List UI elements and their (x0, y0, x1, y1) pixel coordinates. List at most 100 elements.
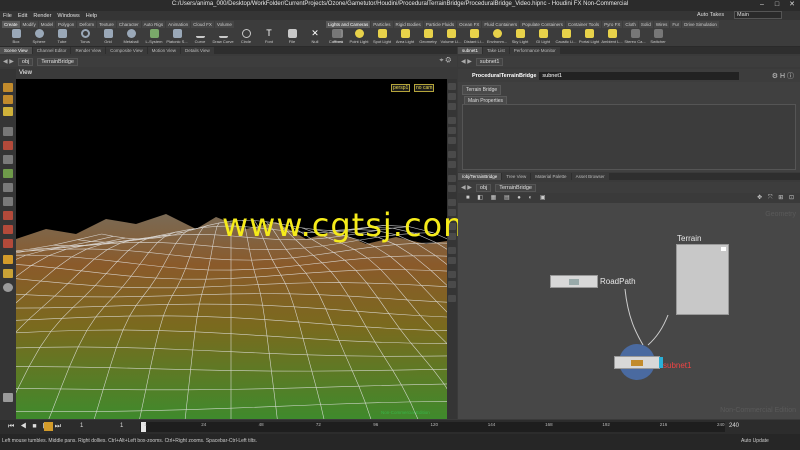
node-terrain[interactable] (676, 244, 729, 315)
tool-geometry-light[interactable]: Geometry (418, 29, 438, 46)
tool-distant-light[interactable]: Distant Li... (464, 29, 484, 46)
shelf-tab[interactable]: Auto Rigs (141, 21, 166, 28)
shelf-tab[interactable]: Pyro FX (602, 21, 623, 28)
select-prims-icon[interactable] (3, 239, 13, 248)
tool-metaball[interactable]: Metaball (121, 29, 141, 46)
rotate-tool-icon[interactable] (3, 107, 13, 116)
tab-motion-view[interactable]: Motion View (147, 47, 181, 54)
quick-mark-icon[interactable] (3, 393, 13, 402)
tab-render-view[interactable]: Render View (71, 47, 106, 54)
tool-box[interactable]: Box (6, 29, 26, 46)
path-crumb-obj[interactable]: obj (475, 183, 492, 192)
camera-menu[interactable]: no cam (414, 84, 435, 92)
tab-parameters[interactable]: subnet1 (458, 47, 483, 54)
shelf-tab[interactable]: Particles (371, 21, 393, 28)
back-forward-icon[interactable]: ◀ ▶ (461, 184, 472, 191)
shelf-tab[interactable]: Create (2, 21, 20, 28)
display-icon[interactable] (448, 83, 456, 90)
node-subnet[interactable] (614, 356, 663, 369)
tool-sky-light[interactable]: Sky Light (510, 29, 530, 46)
display-option-icon[interactable] (3, 255, 13, 264)
shelf-tab[interactable]: Populate Containers (520, 21, 565, 28)
ghost-icon[interactable] (448, 117, 456, 124)
normals-icon[interactable] (448, 137, 456, 144)
network-editor[interactable]: ■ ◧ ▦ ▤ ● ◐ ▣ ✥ ⤧ ⊞ ⊡ Geometry RoadPath … (458, 193, 800, 419)
current-frame-field[interactable]: 1 (80, 423, 83, 429)
shelf-tab[interactable]: Fur (670, 21, 682, 28)
auto-update-menu[interactable]: Auto Update (741, 438, 769, 444)
tool-font[interactable]: T Font (259, 29, 279, 46)
gear-icon[interactable]: ⚙ H ⓘ (772, 71, 794, 81)
end-frame-field[interactable]: 240 (729, 423, 739, 429)
guide-icon[interactable] (448, 271, 456, 278)
tool-ambient-light[interactable]: Ambient L... (601, 29, 623, 46)
prim-numbers-icon[interactable] (448, 161, 456, 168)
move-tool-icon[interactable] (3, 95, 13, 104)
path-crumb-obj[interactable]: obj (17, 57, 34, 66)
tool-sphere[interactable]: Sphere (29, 29, 49, 46)
menu-file[interactable]: File (3, 13, 12, 19)
tool-platonic[interactable]: Platonic S... (166, 29, 188, 46)
shelf-tab[interactable]: Cloud FX (191, 21, 214, 28)
tab-channel-editor[interactable]: Channel Editor (32, 47, 71, 54)
select-edges-icon[interactable] (3, 225, 13, 234)
menu-edit[interactable]: Edit (18, 13, 27, 19)
snap-icon[interactable] (3, 183, 13, 192)
brush-tool-icon[interactable] (3, 141, 13, 150)
close-icon[interactable]: ✕ (786, 1, 798, 9)
tool-circle[interactable]: Circle (236, 29, 256, 46)
tool-volume-light[interactable]: Volume Li... (441, 29, 461, 46)
view-tool-icon[interactable] (3, 155, 13, 164)
tab-details-view[interactable]: Details View (181, 47, 214, 54)
shelf-tab[interactable]: Particle Fluids (423, 21, 457, 28)
select-tool-icon[interactable] (3, 83, 13, 92)
tab-performance-monitor[interactable]: Performance Monitor (509, 47, 560, 54)
shelf-tab[interactable]: Character (116, 21, 141, 28)
points-icon[interactable] (448, 127, 456, 134)
tool-torus[interactable]: Torus (75, 29, 95, 46)
shaded-icon[interactable] (448, 103, 456, 110)
start-frame-field[interactable]: 1 (120, 423, 123, 429)
tool-stereo-camera[interactable]: Stereo Ca... (624, 29, 646, 46)
auto-takes-label[interactable]: Auto Takes (697, 12, 724, 18)
tab-take-list[interactable]: Take List (483, 47, 509, 54)
maximize-icon[interactable]: □ (771, 1, 783, 9)
tool-tube[interactable]: Tube (52, 29, 72, 46)
menu-help[interactable]: Help (86, 13, 97, 19)
backface-icon[interactable] (448, 151, 456, 158)
shelf-tab[interactable]: Drive Simulation (682, 21, 719, 28)
node-name-field[interactable]: subnet1 (539, 71, 740, 80)
tab-tree-view[interactable]: Tree View (502, 173, 531, 180)
shelf-tab[interactable]: Solid (638, 21, 653, 28)
tab-material-palette[interactable]: Material Palette (531, 173, 571, 180)
shelf-tab[interactable]: Cloth (623, 21, 638, 28)
tab-scene-view[interactable]: Scene View (0, 47, 32, 54)
secure-selection-icon[interactable] (3, 197, 13, 206)
camera-view-icon[interactable] (448, 247, 456, 254)
timeline[interactable]: 1 24 48 72 96 120 144 168 192 216 240 (140, 422, 725, 432)
path-crumb-node[interactable]: TerrainBridge (37, 57, 78, 66)
tool-area-light[interactable]: Area Light (395, 29, 415, 46)
tool-environment-light[interactable]: Environm... (487, 29, 507, 46)
tool-caustic-light[interactable]: Caustic Li... (556, 29, 576, 46)
tool-file[interactable]: File (282, 29, 302, 46)
tab-asset-browser[interactable]: Asset Browser (571, 173, 609, 180)
light-option-icon[interactable] (3, 269, 13, 278)
section-tab[interactable]: Terrain Bridge (462, 85, 502, 95)
tool-curve[interactable]: Curve (190, 29, 210, 46)
shelf-tab[interactable]: Texture (97, 21, 116, 28)
tool-lsystem[interactable]: L-System (144, 29, 164, 46)
uv-icon[interactable] (448, 199, 456, 206)
shelf-tab[interactable]: Rigid Bodies (393, 21, 423, 28)
vertex-numbers-icon[interactable] (448, 185, 456, 192)
shelf-tab[interactable]: Wires (653, 21, 670, 28)
tool-null[interactable]: ✕ Null (305, 29, 325, 46)
node-roadpath[interactable] (550, 275, 598, 288)
shelf-tab[interactable]: Model (38, 21, 56, 28)
pose-tool-icon[interactable] (3, 127, 13, 136)
tool-gi-light[interactable]: GI Light (533, 29, 553, 46)
play-button[interactable] (44, 422, 53, 431)
desktop-select[interactable]: Main (734, 11, 782, 19)
tool-switcher[interactable]: Switcher (648, 29, 668, 46)
tab-network[interactable]: /obj/TerrainBridge (458, 173, 502, 180)
